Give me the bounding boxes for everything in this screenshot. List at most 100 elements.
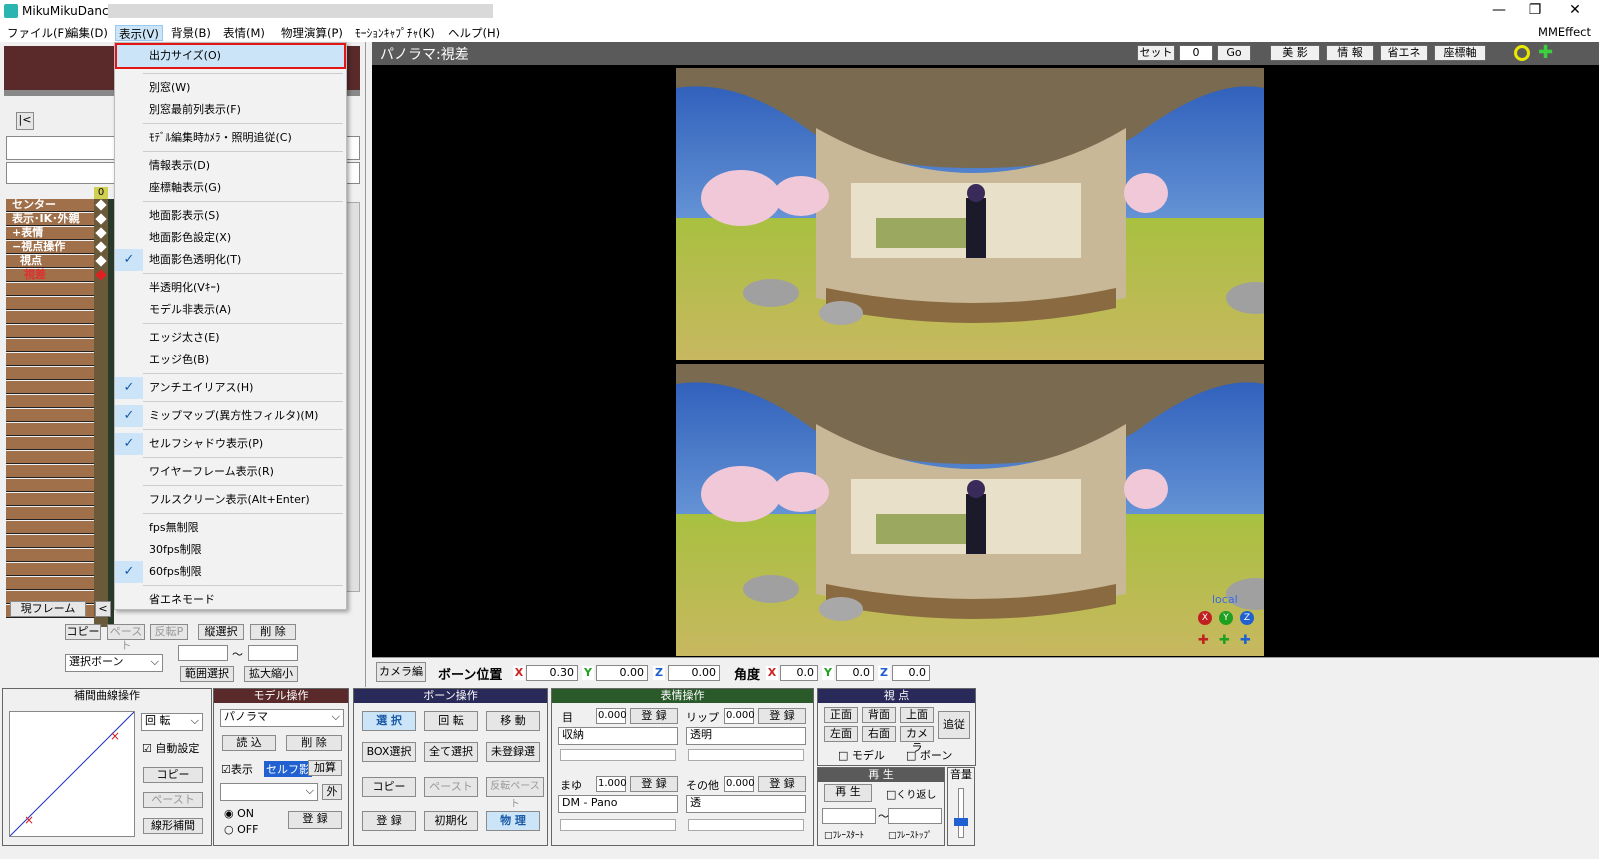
set-frame-button[interactable]: セット <box>1137 45 1175 61</box>
eye-slider[interactable] <box>560 749 676 761</box>
other-register-button[interactable]: 登 録 <box>758 776 806 792</box>
outer-parent-button[interactable]: 外 <box>322 784 342 800</box>
bone-copy-button[interactable]: コピー <box>362 777 416 797</box>
eye-register-button[interactable]: 登 録 <box>630 708 678 724</box>
copy-button[interactable]: コピー <box>65 624 101 640</box>
other-slider[interactable] <box>688 819 804 831</box>
view-menu-item[interactable]: モデル非表示(A) <box>115 299 346 320</box>
menu-background[interactable]: 背景(B) <box>168 25 214 41</box>
move-x-icon[interactable]: ✚ <box>1198 633 1209 648</box>
position-z-field[interactable]: 0.00 <box>668 665 720 681</box>
menu-mmeffect[interactable]: MMEffect <box>1538 25 1591 39</box>
timeline-row[interactable]: +表情 <box>6 227 94 240</box>
left-view-button[interactable]: 左面 <box>824 726 858 742</box>
interp-paste-button[interactable]: ペースト <box>143 792 203 808</box>
play-start-field[interactable] <box>822 808 876 824</box>
menu-help[interactable]: ヘルプ(H) <box>445 25 503 41</box>
menu-file[interactable]: ファイル(F) <box>4 25 72 41</box>
volume-thumb[interactable] <box>954 818 968 826</box>
bone-move-button[interactable]: 移 動 <box>486 711 540 731</box>
view-menu-item[interactable]: 30fps制限 <box>115 539 346 560</box>
close-button[interactable]: ✕ <box>1560 2 1590 20</box>
view-menu-item[interactable]: 情報表示(D) <box>115 155 346 176</box>
range-start-field[interactable] <box>178 645 228 661</box>
restore-button[interactable]: ❐ <box>1520 2 1550 20</box>
view-menu-item[interactable]: ミップマップ(異方性フィルタ)(M) <box>115 405 346 426</box>
right-view-button[interactable]: 右面 <box>862 726 896 742</box>
bone-select-dropdown[interactable]: 選択ボーン ⌵ <box>65 654 163 672</box>
view-menu-item[interactable]: セルフシャドウ表示(P) <box>115 433 346 454</box>
play-end-field[interactable] <box>888 808 942 824</box>
view-menu-item[interactable]: アンチエイリアス(H) <box>115 377 346 398</box>
menu-motion-capture[interactable]: ﾓｰｼｮﾝｷｬﾌﾟﾁｬ(K) <box>352 25 438 41</box>
position-y-field[interactable]: 0.00 <box>596 665 648 681</box>
view-menu-item[interactable]: 60fps制限 <box>115 561 346 582</box>
move-z-icon[interactable]: ✚ <box>1240 633 1251 648</box>
view-menu-item[interactable]: ワイヤーフレーム表示(R) <box>115 461 346 482</box>
menu-expression[interactable]: 表情(M) <box>220 25 268 41</box>
rotate-x-icon[interactable]: X <box>1198 611 1212 625</box>
off-radio[interactable]: ○ OFF <box>224 823 258 836</box>
model-display-checkbox[interactable]: ☑表示 <box>221 761 253 777</box>
add-blend-button[interactable]: 加算 <box>308 760 342 776</box>
other-value-field[interactable]: 0.000 <box>724 776 755 792</box>
top-view-button[interactable]: 上面 <box>900 707 934 723</box>
volume-slider[interactable] <box>958 788 964 838</box>
follow-button[interactable]: 追従 <box>938 711 970 739</box>
rotate-y-icon[interactable]: Y <box>1219 611 1233 625</box>
view-menu-item[interactable]: 地面影色設定(X) <box>115 227 346 248</box>
beauty-shadow-button[interactable]: 美 影 <box>1270 45 1320 61</box>
select-all-button[interactable]: 全て選択 <box>424 742 478 762</box>
view-menu-item[interactable]: 省エネモード <box>115 589 346 610</box>
camera-edit-button[interactable]: カメラ編 <box>376 662 426 682</box>
power-save-button[interactable]: 省エネ <box>1380 45 1428 61</box>
timeline-row[interactable]: センター <box>6 199 94 212</box>
front-view-button[interactable]: 正面 <box>824 707 858 723</box>
on-radio[interactable]: ◉ ON <box>224 807 254 820</box>
angle-x-field[interactable]: 0.0 <box>780 665 818 681</box>
timeline-row[interactable]: −視点操作 <box>6 241 94 254</box>
view-menu-item[interactable]: 座標軸表示(G) <box>115 177 346 198</box>
frame-stop-checkbox[interactable]: □ﾌﾚｰｽﾄｯﾌﾟ <box>888 828 933 841</box>
play-button[interactable]: 再 生 <box>824 784 872 802</box>
eye-morph-dropdown[interactable]: 収納 <box>558 727 678 745</box>
timeline-scrollbar[interactable] <box>346 202 360 592</box>
paste-button[interactable]: ペースト <box>107 624 145 652</box>
bone-reverse-paste-button[interactable]: 反転ペースト <box>486 777 544 810</box>
range-end-field[interactable] <box>248 645 298 661</box>
bone-register-button[interactable]: 登 録 <box>362 811 416 831</box>
outer-parent-dropdown[interactable]: ⌵ <box>220 783 318 801</box>
physics-button[interactable]: 物 理 <box>486 811 540 831</box>
view-menu-item[interactable]: 地面影表示(S) <box>115 205 346 226</box>
menu-edit[interactable]: 編集(D) <box>64 25 111 41</box>
self-shadow-toggle[interactable]: セルフ影 <box>264 761 312 777</box>
view-menu-item[interactable]: 地面影色透明化(T) <box>115 249 346 270</box>
angle-y-field[interactable]: 0.0 <box>836 665 874 681</box>
timeline-row[interactable]: 視差 <box>6 269 94 282</box>
view-menu-item[interactable]: 別窓(W) <box>115 77 346 98</box>
info-button[interactable]: 情 報 <box>1326 45 1374 61</box>
box-select-button[interactable]: BOX選択 <box>362 742 416 762</box>
model-delete-button[interactable]: 削 除 <box>286 735 342 751</box>
interp-copy-button[interactable]: コピー <box>143 767 203 783</box>
interp-curve-graph[interactable]: × × <box>9 711 135 837</box>
view-menu-item[interactable]: ﾓﾃﾞﾙ編集時ｶﾒﾗ・照明追従(C) <box>115 127 346 148</box>
linear-interp-button[interactable]: 線形補間 <box>143 818 203 834</box>
unregistered-select-button[interactable]: 未登録選 <box>486 742 540 762</box>
range-select-button[interactable]: 範囲選択 <box>180 666 234 682</box>
interp-rotate-dropdown[interactable]: 回 転 ⌵ <box>141 713 203 731</box>
view-menu-item[interactable]: エッジ色(B) <box>115 349 346 370</box>
go-button[interactable]: Go <box>1217 45 1251 61</box>
move-cross-icon[interactable]: ✚ <box>1538 44 1553 62</box>
lip-register-button[interactable]: 登 録 <box>758 708 806 724</box>
model-view-checkbox[interactable]: □ モデル <box>838 747 885 763</box>
zoom-icon[interactable] <box>1514 45 1530 61</box>
minimize-button[interactable]: — <box>1484 2 1514 20</box>
current-frame-button[interactable]: 現フレーム <box>10 601 86 617</box>
eyebrow-morph-dropdown[interactable]: DM - Pano <box>558 795 678 813</box>
bone-view-checkbox[interactable]: □ ボーン <box>906 747 952 763</box>
scale-button[interactable]: 拡大縮小 <box>244 666 298 682</box>
lip-value-field[interactable]: 0.000 <box>724 708 755 724</box>
frame-number-input[interactable]: 0 <box>1179 45 1213 61</box>
vertical-select-button[interactable]: 縦選択 <box>198 624 244 640</box>
